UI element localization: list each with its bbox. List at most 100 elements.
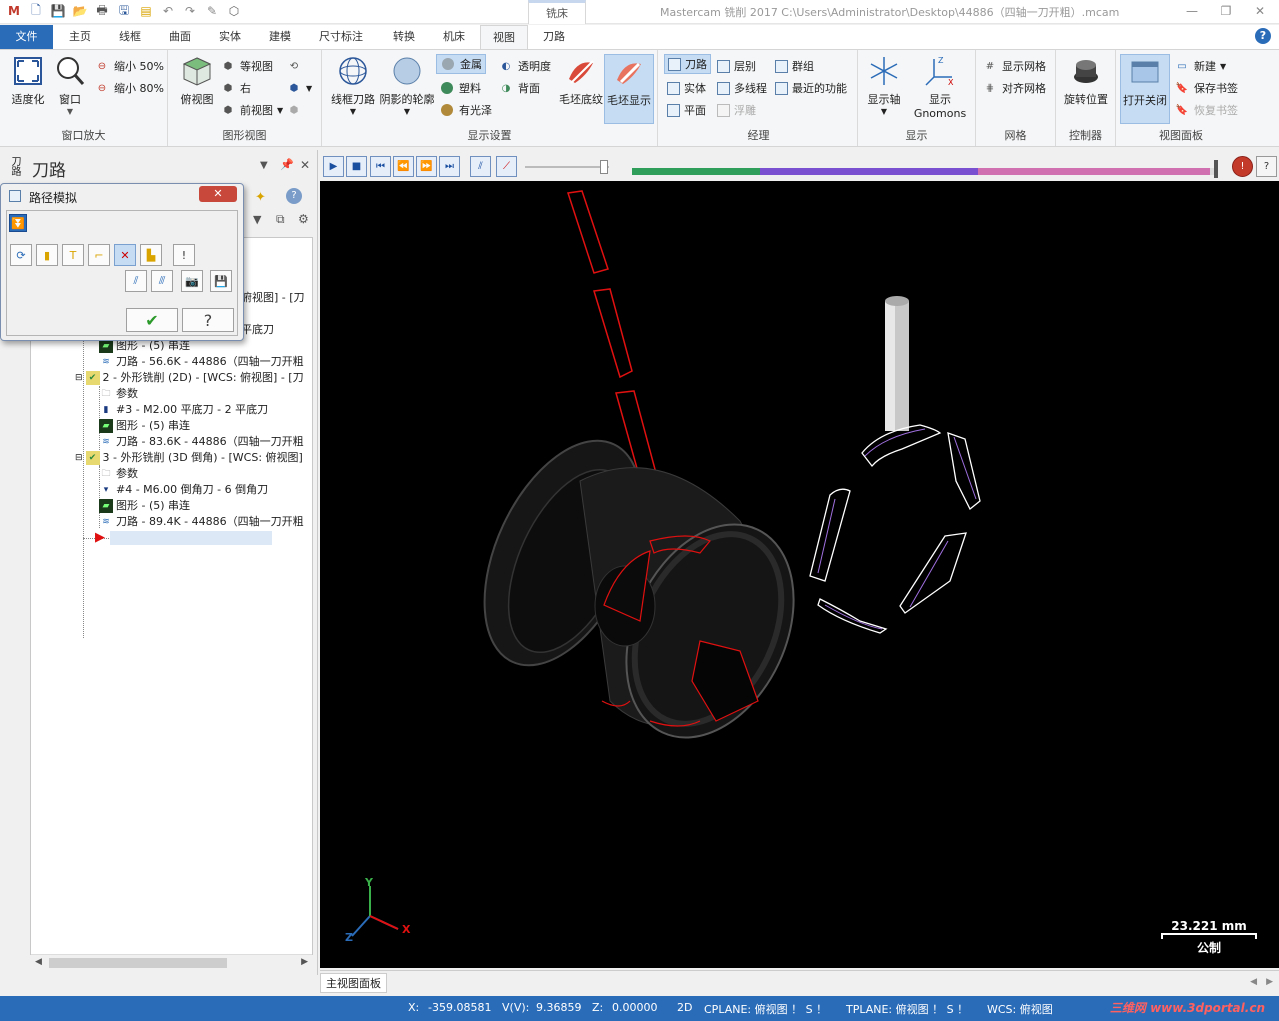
multithread-manager-button[interactable]: 多线程 — [717, 78, 767, 98]
fit-button[interactable]: 适度化 — [6, 54, 50, 107]
top-view-button[interactable]: 俯视图 — [174, 54, 220, 107]
wcs-selector[interactable]: WCS: 俯视图 — [987, 1001, 1053, 1017]
help-icon[interactable]: ? — [1255, 28, 1271, 44]
tab-surfaces[interactable]: 曲面 — [158, 25, 202, 49]
graphics-viewport[interactable]: Y X Z 23.221 mm 公制 — [320, 181, 1279, 968]
toolbar-settings-icon[interactable]: ⚙ — [298, 212, 309, 226]
gloss-button[interactable]: 有光泽 — [439, 100, 492, 120]
levels-manager-button[interactable]: 层别 — [717, 56, 756, 76]
screenshot-camera-icon[interactable]: 📷 — [181, 270, 203, 292]
float-button[interactable]: 浮雕 — [717, 100, 756, 120]
expand-icon[interactable]: ⏬ — [9, 214, 27, 232]
x-value[interactable]: -359.08581 — [428, 1001, 491, 1014]
shaded-tool-icon[interactable]: ▙ — [140, 244, 162, 266]
shrink-80-button[interactable]: ⊖ 缩小 80% — [94, 78, 164, 98]
front-view-button[interactable]: ⬢ 前视图 ▼ — [220, 100, 284, 120]
step-mode-icon[interactable]: ! — [173, 244, 195, 266]
window-zoom-button[interactable]: 窗口 ▼ — [50, 54, 90, 116]
new-bookmark-button[interactable]: ▭ 新建 ▼ — [1174, 56, 1226, 76]
sim-help-icon[interactable]: ? — [1256, 156, 1277, 177]
panel-close-icon[interactable]: ✕ — [300, 158, 310, 172]
tree-item-toolpath[interactable]: ≋ 刀路 - 89.4K - 44886（四轴一刀开粗 — [99, 514, 303, 530]
panel-menu-icon[interactable]: ▼ — [260, 160, 268, 171]
minimize-button[interactable]: — — [1175, 0, 1209, 24]
backside-button[interactable]: ◑ 背面 — [498, 78, 540, 98]
cube-icon[interactable]: ⬡ — [224, 2, 244, 20]
snap-grid-button[interactable]: ⋕ 对齐网格 — [982, 78, 1046, 98]
tab-drafting[interactable]: 尺寸标注 — [310, 25, 372, 49]
show-endpoints-icon[interactable]: ✕ — [114, 244, 136, 266]
trace-mode-icon[interactable]: ⫽ — [470, 156, 491, 177]
show-grid-button[interactable]: # 显示网格 — [982, 56, 1046, 76]
fast-forward-end-icon[interactable]: ⏭ — [439, 156, 460, 177]
tree-item-geometry[interactable]: ▰ 图形 - (5) 串连 — [99, 418, 190, 434]
planes-manager-button[interactable]: 平面 — [667, 100, 706, 120]
transparency-button[interactable]: ◐ 透明度 — [498, 56, 551, 76]
tab-transform[interactable]: 转换 — [382, 25, 426, 49]
rewind-start-icon[interactable]: ⏮ — [370, 156, 391, 177]
stop-icon[interactable]: ■ — [346, 156, 367, 177]
cycle-toolpath-icon[interactable]: ⟳ — [10, 244, 32, 266]
open-folder-icon[interactable]: 📂 — [70, 2, 90, 20]
insert-arrow-row[interactable]: ▶ — [93, 530, 272, 546]
restore-bookmark-button[interactable]: 🔖 恢复书签 — [1174, 100, 1238, 120]
speed-slider-thumb[interactable] — [600, 160, 608, 174]
tree-item-toolpath[interactable]: ≋ 刀路 - 56.6K - 44886（四轴一刀开粗 — [99, 354, 303, 370]
tab-model-prep[interactable]: 建模 — [258, 25, 302, 49]
save-geometry-icon[interactable]: 💾 — [210, 270, 232, 292]
toolbar-display-icon[interactable]: ⧉ — [276, 212, 285, 227]
recent-functions-button[interactable]: 最近的功能 — [775, 78, 847, 98]
scroll-right-icon[interactable]: ▶ — [301, 957, 308, 967]
dialog-close-button[interactable]: ✕ — [199, 186, 237, 202]
tree-item-tool[interactable]: ▾ #4 - M6.00 倒角刀 - 6 倒角刀 — [99, 482, 268, 498]
open-close-button[interactable]: 打开关闭 — [1120, 54, 1170, 124]
rotate-position-button[interactable]: 旋转位置 — [1058, 54, 1114, 107]
tree-item-operation-2[interactable]: ⊟ ✔ 2 - 外形铣削 (2D) - [WCS: 俯视图] - [刀 — [75, 370, 304, 386]
ok-button[interactable]: ✔ — [126, 308, 178, 332]
shaded-outline-button[interactable]: 阴影的轮廓 ▼ — [378, 54, 436, 116]
show-fast-move-icon[interactable]: ⌐ — [88, 244, 110, 266]
groups-manager-button[interactable]: 群组 — [775, 56, 814, 76]
right-view-button[interactable]: ⬢ 右 — [220, 78, 251, 98]
cplane-selector[interactable]: CPLANE: 俯视图 ！ S ！ — [704, 1001, 827, 1017]
progress-marker[interactable] — [1214, 160, 1218, 178]
tree-item-op1-header-tail[interactable]: 俯视图] - [刀 — [241, 290, 305, 306]
mode-2d-toggle[interactable]: 2D — [677, 1001, 692, 1014]
show-tool-icon[interactable]: ▮ — [36, 244, 58, 266]
new-file-icon[interactable]: 🗋 — [26, 2, 46, 20]
tree-item-tool[interactable]: ▮ #3 - M2.00 平底刀 - 2 平底刀 — [99, 402, 269, 418]
play-icon[interactable]: ▶ — [323, 156, 344, 177]
metal-button[interactable]: 金属 — [436, 54, 486, 74]
tree-item-parameters[interactable]: 🗀 参数 — [99, 466, 138, 482]
undo-icon[interactable]: ↶ — [158, 2, 178, 20]
rotate-view-button[interactable]: ⟲ — [286, 56, 302, 76]
close-button[interactable]: ✕ — [1243, 0, 1277, 24]
y-value[interactable]: 9.36859 — [536, 1001, 582, 1014]
tab-wireframe[interactable]: 线框 — [108, 25, 152, 49]
tree-item-geometry[interactable]: ▰ 图形 - (5) 串连 — [99, 498, 190, 514]
show-gnomons-button[interactable]: ZX 显示 Gnomons — [908, 54, 972, 120]
save-icon[interactable]: 💾 — [48, 2, 68, 20]
tree-item-toolpath[interactable]: ≋ 刀路 - 83.6K - 44886（四轴一刀开粗 — [99, 434, 303, 450]
run-step-icon[interactable]: ⫽ — [125, 270, 147, 292]
toolbar-help-icon[interactable]: ? — [286, 188, 302, 204]
tab-main-viewsheet[interactable]: 主视图面板 — [320, 973, 387, 993]
pin-icon[interactable]: 📌 — [280, 158, 294, 171]
tab-file[interactable]: 文件 — [0, 25, 53, 49]
properties-icon[interactable]: ▤ — [136, 2, 156, 20]
step-back-icon[interactable]: ⏪ — [393, 156, 414, 177]
redo-icon[interactable]: ↷ — [180, 2, 200, 20]
toolpath-manager-button[interactable]: 刀路 — [664, 54, 711, 74]
shrink-50-button[interactable]: ⊖ 缩小 50% — [94, 56, 164, 76]
iso-view-button[interactable]: ⬢ 等视图 — [220, 56, 273, 76]
print-icon[interactable]: 🖶 — [92, 2, 112, 20]
tree-item-parameters[interactable]: 🗀 参数 — [99, 386, 138, 402]
solids-manager-button[interactable]: 实体 — [667, 78, 706, 98]
side-tab-toolpaths[interactable]: 刀路 — [4, 156, 22, 186]
tree-horizontal-scrollbar[interactable]: ◀ ▶ — [31, 954, 312, 970]
stop-condition-icon[interactable]: ! — [1232, 156, 1253, 177]
tool-display-icon[interactable]: ⟋ — [496, 156, 517, 177]
help-button[interactable]: ? — [182, 308, 234, 332]
scroll-thumb[interactable] — [49, 958, 227, 968]
save-as-icon[interactable]: 🖫 — [114, 2, 134, 20]
